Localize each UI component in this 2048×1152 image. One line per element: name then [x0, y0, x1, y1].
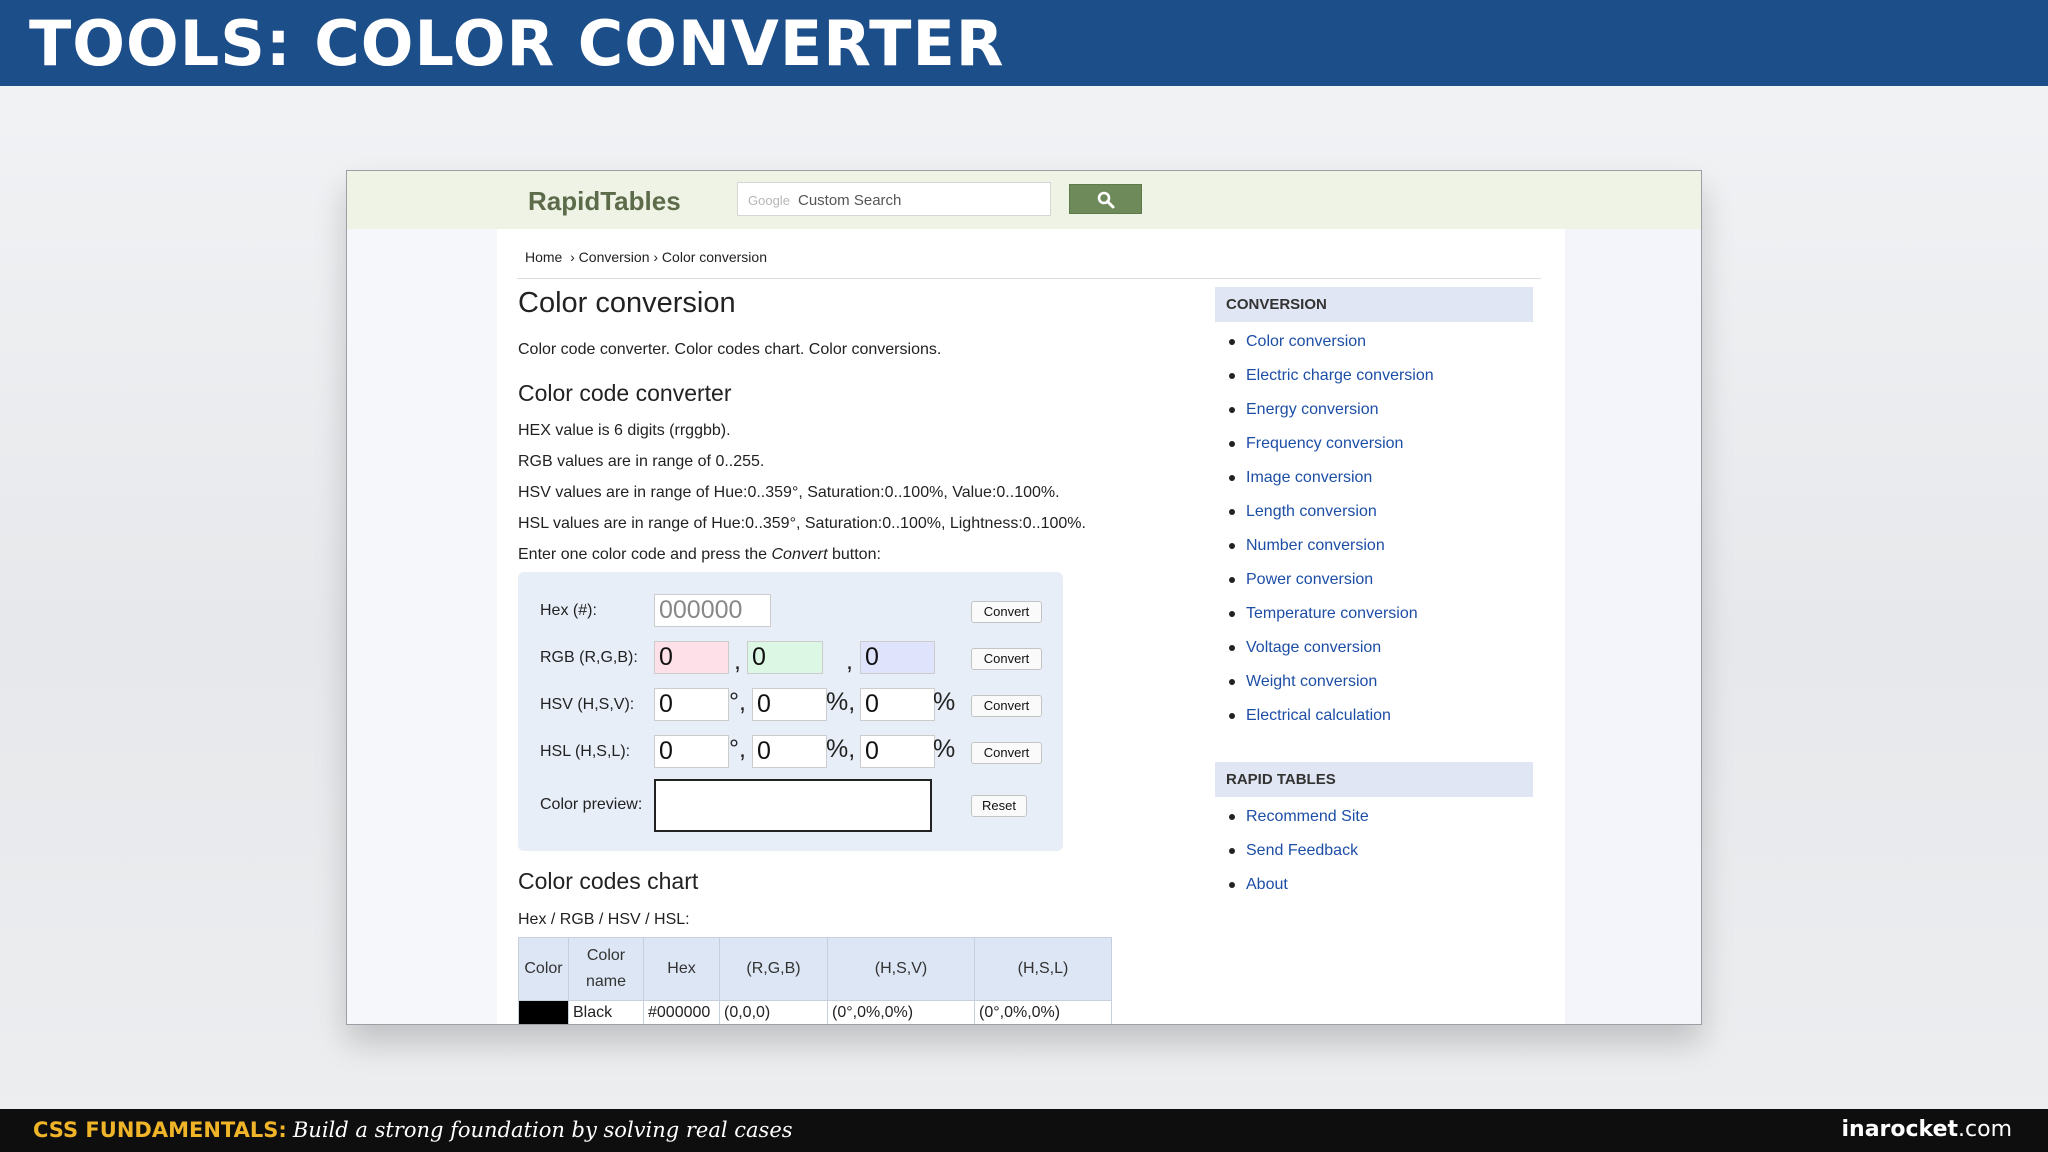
sidebar-item-weight[interactable]: Weight conversion	[1215, 672, 1434, 706]
site-logo[interactable]: RapidTables	[528, 186, 681, 216]
sidebar-item-about[interactable]: About	[1215, 875, 1369, 909]
hsl-degree-sep: °,	[729, 735, 746, 763]
rgb-info: RGB values are in range of 0..255.	[518, 453, 765, 470]
preview-label: Color preview:	[540, 796, 643, 813]
hsl-cell: (0°,0%,0%)	[974, 1000, 1112, 1024]
color-swatch	[518, 1000, 569, 1024]
hsl-h-input[interactable]: 0	[654, 735, 729, 768]
sidebar-item-number[interactable]: Number conversion	[1215, 536, 1434, 570]
hsl-percent: %	[933, 735, 956, 763]
chart-heading: Color codes chart	[518, 868, 699, 894]
color-codes-table: Color Color name Hex (R,G,B) (H,S,V) (H,…	[518, 937, 1112, 1024]
sidebar-rapid-list: Recommend Site Send Feedback About	[1215, 807, 1369, 909]
col-color-name: Color name	[568, 937, 644, 1001]
table-header-row: Color Color name Hex (R,G,B) (H,S,V) (H,…	[518, 937, 1112, 1001]
sidebar-item-voltage[interactable]: Voltage conversion	[1215, 638, 1434, 672]
instructions-suffix: button:	[827, 546, 881, 563]
right-gutter	[1565, 229, 1701, 1024]
footer-course: CSS FUNDAMENTALS:	[33, 1118, 287, 1142]
sidebar-rapid-tables-heading: RAPID TABLES	[1215, 762, 1533, 797]
search-icon	[1097, 191, 1115, 209]
sidebar-item-image[interactable]: Image conversion	[1215, 468, 1434, 502]
rgb-r-input[interactable]: 0	[654, 641, 729, 674]
hsv-percent-sep: %,	[826, 688, 856, 716]
sidebar-item-temperature[interactable]: Temperature conversion	[1215, 604, 1434, 638]
search-google-label: Google	[748, 193, 790, 208]
hsv-info: HSV values are in range of Hue:0..359°, …	[518, 484, 1060, 501]
search-input[interactable]: Google Custom Search	[737, 182, 1051, 216]
color-preview-box	[654, 779, 932, 832]
footer-tagline: Build a strong foundation by solving rea…	[292, 1118, 793, 1142]
rgb-separator-2: ,	[846, 647, 853, 675]
rgb-separator-1: ,	[734, 647, 741, 675]
search-placeholder: Custom Search	[798, 192, 902, 209]
instructions: Enter one color code and press the Conve…	[518, 546, 881, 564]
hex-cell: #000000	[643, 1000, 720, 1024]
hsv-label: HSV (H,S,V):	[540, 696, 635, 713]
footer-brand-name: inarocket	[1841, 1117, 1959, 1142]
hex-input[interactable]: 000000	[654, 594, 771, 627]
col-rgb: (R,G,B)	[719, 937, 828, 1001]
hsv-convert-button[interactable]: Convert	[971, 695, 1042, 717]
rgb-b-input[interactable]: 0	[860, 641, 935, 674]
sidebar-item-power[interactable]: Power conversion	[1215, 570, 1434, 604]
hsv-degree-sep: °,	[729, 688, 746, 716]
sidebar-item-recommend[interactable]: Recommend Site	[1215, 807, 1369, 841]
hsl-label: HSL (H,S,L):	[540, 743, 631, 760]
footer-brand-suffix: .com	[1958, 1117, 2012, 1142]
instructions-emphasis: Convert	[771, 546, 828, 563]
hsv-v-input[interactable]: 0	[860, 688, 935, 721]
hex-convert-button[interactable]: Convert	[971, 601, 1042, 623]
sidebar-item-energy[interactable]: Energy conversion	[1215, 400, 1434, 434]
rgb-cell: (0,0,0)	[719, 1000, 828, 1024]
rgb-label: RGB (R,G,B):	[540, 649, 638, 666]
sidebar-conversion-heading: CONVERSION	[1215, 287, 1533, 322]
sidebar-item-feedback[interactable]: Send Feedback	[1215, 841, 1369, 875]
hsl-s-input[interactable]: 0	[752, 735, 827, 768]
sidebar-item-color-conversion[interactable]: Color conversion	[1215, 332, 1434, 366]
hsv-percent: %	[933, 688, 956, 716]
sidebar-conversion-list: Color conversion Electric charge convers…	[1215, 332, 1434, 740]
rgb-convert-button[interactable]: Convert	[971, 648, 1042, 670]
hsl-convert-button[interactable]: Convert	[971, 742, 1042, 764]
slide-footer: CSS FUNDAMENTALS: Build a strong foundat…	[0, 1109, 2048, 1152]
footer-course-line: CSS FUNDAMENTALS: Build a strong foundat…	[33, 1116, 793, 1144]
hsl-l-input[interactable]: 0	[860, 735, 935, 768]
col-hex: Hex	[643, 937, 720, 1001]
chart-subheading: Hex / RGB / HSV / HSL:	[518, 911, 690, 928]
color-name-cell: Black	[568, 1000, 644, 1024]
footer-brand: inarocket.com	[1841, 1116, 2012, 1144]
hex-label: Hex (#):	[540, 602, 597, 619]
reset-button[interactable]: Reset	[971, 795, 1027, 817]
col-hsv: (H,S,V)	[827, 937, 975, 1001]
table-row: Black #000000 (0,0,0) (0°,0%,0%) (0°,0%,…	[518, 1000, 1112, 1024]
hsv-s-input[interactable]: 0	[752, 688, 827, 721]
breadcrumb[interactable]: Home › Conversion › Color conversion	[525, 249, 767, 265]
browser-screenshot: RapidTables Google Custom Search Home › …	[346, 170, 1702, 1025]
instructions-prefix: Enter one color code and press the	[518, 546, 772, 563]
left-gutter	[347, 229, 497, 1024]
converter-heading: Color code converter	[518, 380, 732, 406]
col-hsl: (H,S,L)	[974, 937, 1112, 1001]
slide-title: TOOLS: COLOR CONVERTER	[29, 7, 1005, 80]
slide-header: TOOLS: COLOR CONVERTER	[0, 0, 2048, 86]
sidebar-item-electrical-calculation[interactable]: Electrical calculation	[1215, 706, 1434, 740]
sidebar-item-electric-charge[interactable]: Electric charge conversion	[1215, 366, 1434, 400]
hsv-h-input[interactable]: 0	[654, 688, 729, 721]
search-button[interactable]	[1069, 184, 1142, 214]
page-title: Color conversion	[518, 287, 736, 319]
hsv-cell: (0°,0%,0%)	[827, 1000, 975, 1024]
intro-text: Color code converter. Color codes chart.…	[518, 341, 942, 358]
breadcrumb-divider	[517, 278, 1541, 279]
hsl-percent-sep: %,	[826, 735, 856, 763]
sidebar-item-length[interactable]: Length conversion	[1215, 502, 1434, 536]
rgb-g-input[interactable]: 0	[747, 641, 823, 674]
col-color: Color	[518, 937, 569, 1001]
hex-info: HEX value is 6 digits (rrggbb).	[518, 422, 731, 439]
sidebar-item-frequency[interactable]: Frequency conversion	[1215, 434, 1434, 468]
site-header: RapidTables Google Custom Search	[347, 171, 1701, 229]
hsl-info: HSL values are in range of Hue:0..359°, …	[518, 515, 1086, 532]
